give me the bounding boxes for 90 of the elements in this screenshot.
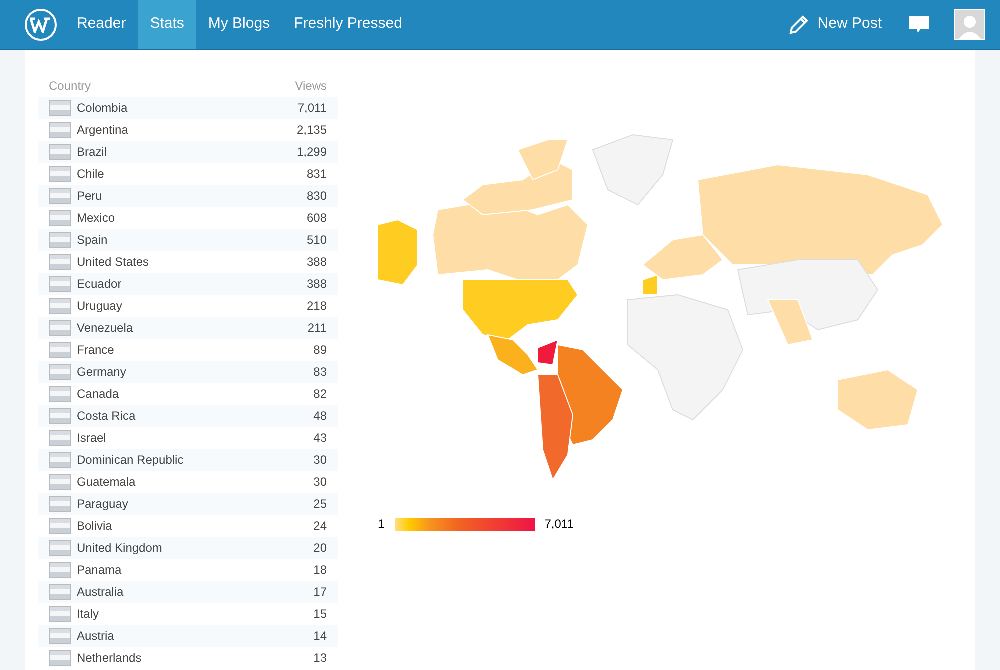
views-count: 89	[314, 342, 327, 359]
country-name: France	[77, 342, 114, 359]
flag-icon	[49, 166, 71, 182]
notifications-icon[interactable]	[908, 14, 930, 36]
country-name: Paraguay	[77, 496, 128, 513]
flag-icon	[49, 320, 71, 336]
flag-icon	[49, 100, 71, 116]
nav-tab[interactable]: My Blogs	[196, 0, 282, 49]
views-count: 608	[306, 210, 327, 227]
views-count: 24	[314, 518, 327, 535]
views-count: 388	[306, 254, 327, 271]
views-count: 831	[306, 166, 327, 183]
views-count: 2,135	[296, 122, 327, 139]
country-name: Guatemala	[77, 474, 136, 491]
flag-icon	[49, 254, 71, 270]
flag-icon	[49, 606, 71, 622]
views-count: 20	[314, 540, 327, 557]
flag-icon	[49, 584, 71, 600]
nav-tab[interactable]: Reader	[65, 0, 138, 49]
nav-tab[interactable]: Stats	[138, 0, 196, 49]
views-count: 388	[306, 276, 327, 293]
flag-icon	[49, 628, 71, 644]
column-header: Country	[49, 78, 92, 95]
flag-icon	[49, 474, 71, 490]
flag-icon	[49, 518, 71, 534]
country-name: Mexico	[77, 210, 116, 227]
country-name: Italy	[77, 606, 100, 623]
country-name: Germany	[77, 364, 126, 381]
views-count: 1,299	[296, 144, 327, 161]
legend-min-label: 1	[378, 516, 385, 533]
country-name: Panama	[77, 562, 122, 579]
legend-max-label: 7,011	[544, 516, 574, 533]
views-count: 7,011	[298, 100, 327, 117]
country-name: Brazil	[77, 144, 108, 161]
flag-icon	[49, 364, 71, 380]
country-name: Australia	[77, 584, 124, 601]
wordpress-logo-icon[interactable]	[25, 8, 57, 40]
country-name: Costa Rica	[77, 408, 136, 425]
views-count: 83	[314, 364, 327, 381]
views-count: 13	[314, 650, 327, 667]
country-name: Spain	[77, 232, 108, 249]
flag-icon	[49, 188, 71, 204]
views-count: 25	[314, 496, 327, 513]
views-count: 17	[314, 584, 327, 601]
views-count: 30	[314, 452, 327, 469]
column-header: Views	[295, 78, 327, 95]
country-name: Chile	[77, 166, 104, 183]
flag-icon	[49, 232, 71, 248]
flag-icon	[49, 298, 71, 314]
views-count: 211	[308, 320, 327, 337]
country-name: Israel	[77, 430, 106, 447]
country-name: United Kingdom	[77, 540, 162, 557]
flag-icon	[49, 122, 71, 138]
views-count: 510	[306, 232, 327, 249]
country-name: Austria	[77, 628, 114, 645]
views-count: 48	[314, 408, 327, 425]
country-name: Uruguay	[77, 298, 122, 315]
country-name: Dominican Republic	[77, 452, 184, 469]
country-name: Argentina	[77, 122, 128, 139]
flag-icon	[49, 342, 71, 358]
views-count: 15	[314, 606, 327, 623]
nav-tab[interactable]: Freshly Pressed	[282, 0, 414, 49]
flag-icon	[49, 452, 71, 468]
flag-icon	[49, 562, 71, 578]
views-count: 218	[306, 298, 327, 315]
flag-icon	[49, 144, 71, 160]
country-name: Canada	[77, 386, 120, 403]
flag-icon	[49, 430, 71, 446]
country-name: Venezuela	[77, 320, 134, 337]
pencil-icon	[788, 14, 810, 36]
flag-icon	[49, 540, 71, 556]
views-count: 18	[314, 562, 327, 579]
flag-icon	[49, 210, 71, 226]
country-name: Peru	[77, 188, 102, 205]
flag-icon	[49, 496, 71, 512]
new-post-button[interactable]: New Post	[782, 0, 888, 49]
country-name: Bolivia	[77, 518, 112, 535]
country-name: Ecuador	[77, 276, 122, 293]
flag-icon	[49, 408, 71, 424]
country-name: Netherlands	[77, 650, 142, 667]
country-name: Colombia	[77, 100, 128, 117]
country-name: United States	[77, 254, 150, 271]
views-count: 830	[306, 188, 327, 205]
flag-icon	[49, 276, 71, 292]
views-count: 82	[314, 386, 327, 403]
views-count: 14	[314, 628, 327, 645]
views-count: 30	[314, 474, 327, 491]
flag-icon	[49, 386, 71, 402]
views-count: 43	[314, 430, 327, 447]
flag-icon	[49, 650, 71, 666]
